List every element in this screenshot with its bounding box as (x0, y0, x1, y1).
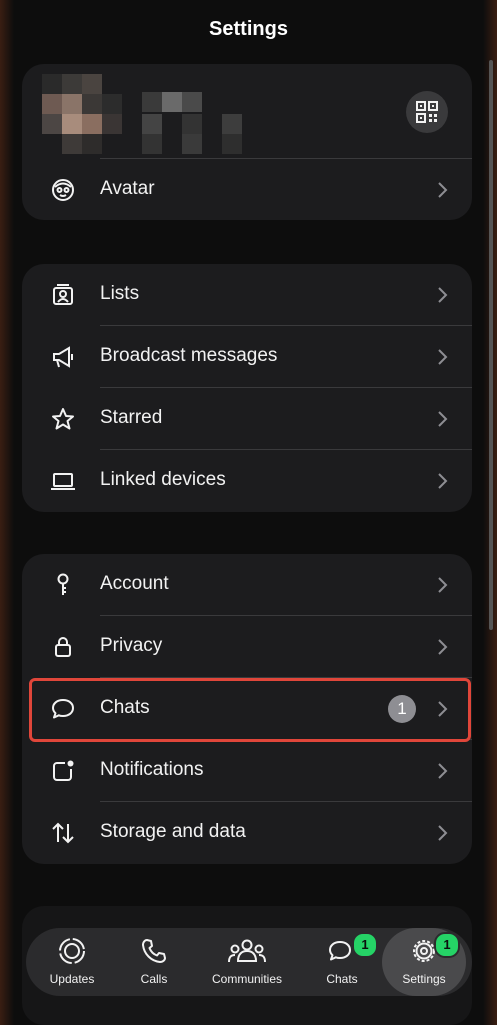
chevron-right-icon (436, 409, 448, 429)
window-edge-left (0, 0, 14, 1025)
chevron-right-icon (436, 761, 448, 781)
tab-label: Communities (211, 972, 283, 986)
tab-chats[interactable]: 1 Chats (308, 928, 378, 996)
updates-icon (59, 938, 85, 964)
settings-row-privacy[interactable]: Privacy (22, 616, 472, 678)
qr-code-button[interactable] (406, 91, 448, 133)
chats-icon (329, 941, 351, 961)
chevron-right-icon (436, 347, 448, 367)
chevron-right-icon (436, 823, 448, 843)
star-icon (50, 406, 76, 432)
settings-row-storage[interactable]: Storage and data (22, 802, 472, 864)
tab-badge: 1 (434, 932, 460, 958)
row-label: Account (100, 573, 169, 594)
tab-label: Settings (402, 972, 446, 986)
row-label: Avatar (100, 178, 155, 199)
megaphone-icon (50, 344, 76, 370)
row-label: Linked devices (100, 469, 226, 490)
page-title: Settings (209, 18, 288, 40)
settings-row-avatar[interactable]: Avatar (22, 159, 472, 221)
settings-row-broadcast[interactable]: Broadcast messages (22, 326, 472, 388)
highlight-box (29, 678, 471, 742)
tab-label: Chats (326, 972, 358, 986)
tab-settings[interactable]: 1 Settings (382, 928, 466, 996)
settings-row-linked-devices[interactable]: Linked devices (22, 450, 472, 512)
chevron-right-icon (436, 180, 448, 200)
tab-label: Calls (140, 972, 168, 986)
chevron-right-icon (436, 575, 448, 595)
chevron-right-icon (436, 285, 448, 305)
chevron-right-icon (436, 637, 448, 657)
row-label: Privacy (100, 635, 163, 656)
tools-card: Lists Broadcast messages Starred Linked … (22, 264, 472, 512)
laptop-icon (50, 468, 76, 494)
tab-badge: 1 (352, 932, 378, 958)
row-label: Broadcast messages (100, 345, 278, 366)
settings-row-lists[interactable]: Lists (22, 264, 472, 326)
settings-row-account[interactable]: Account (22, 554, 472, 616)
row-label: Lists (100, 283, 140, 304)
tab-label: Updates (49, 972, 95, 986)
settings-row-starred[interactable]: Starred (22, 388, 472, 450)
arrows-updown-icon (50, 820, 76, 846)
qr-code-icon (416, 101, 438, 123)
scrollbar[interactable] (489, 60, 493, 630)
lock-icon (50, 634, 76, 660)
notification-icon (50, 758, 76, 784)
row-label: Starred (100, 407, 163, 428)
key-icon (50, 572, 76, 598)
avatar-face-icon (50, 177, 76, 203)
settings-row-notifications[interactable]: Notifications (22, 740, 472, 802)
row-label: Storage and data (100, 821, 246, 842)
phone-icon (142, 939, 166, 963)
profile-photo-pixelated[interactable] (32, 74, 252, 154)
profile-card[interactable]: Avatar (22, 64, 472, 220)
tab-bar: Updates Calls Communities 1 Chats 1 Sett… (26, 928, 472, 996)
tab-calls[interactable]: Calls (120, 928, 188, 996)
tab-communities[interactable]: Communities (202, 928, 292, 996)
chevron-right-icon (436, 471, 448, 491)
lists-icon (50, 282, 76, 308)
row-label: Notifications (100, 759, 204, 780)
communities-icon (228, 939, 266, 963)
tab-updates[interactable]: Updates (38, 928, 106, 996)
